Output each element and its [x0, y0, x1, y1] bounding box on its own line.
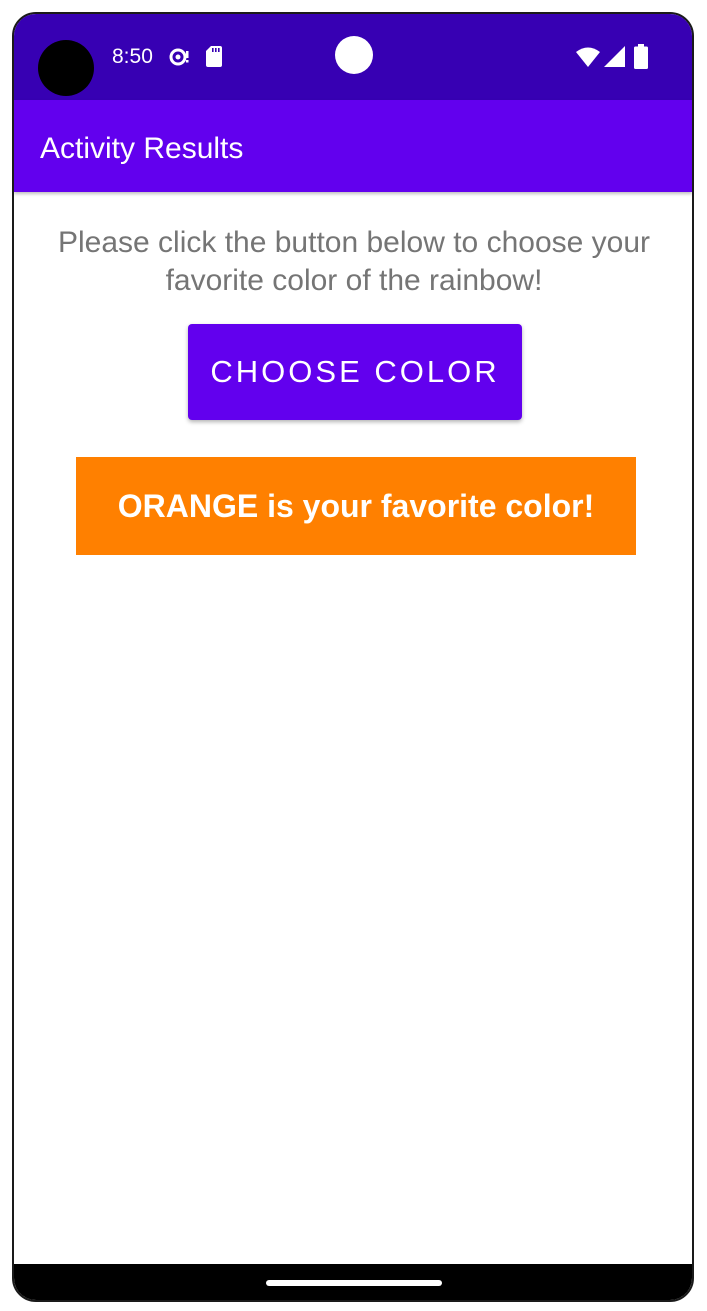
- home-gesture-handle[interactable]: [266, 1280, 442, 1286]
- battery-icon: [634, 44, 648, 69]
- wifi-icon: [576, 47, 600, 67]
- result-banner: ORANGE is your favorite color!: [76, 457, 636, 555]
- app-bar: Activity Results: [14, 100, 692, 192]
- status-bar: 8:50: [14, 14, 692, 100]
- front-camera-dot: [335, 36, 373, 74]
- page-title: Activity Results: [40, 132, 244, 165]
- instructions-text: Please click the button below to choose …: [57, 226, 651, 297]
- sync-icon: [169, 48, 189, 66]
- phone-frame: 8:50 Activity Results Please click the b…: [12, 12, 694, 1302]
- signal-icon: [604, 46, 625, 67]
- navigation-bar: [14, 1264, 692, 1300]
- sd-card-icon: [206, 46, 222, 67]
- choose-color-button[interactable]: CHOOSE COLOR: [188, 324, 522, 420]
- status-time: 8:50: [112, 45, 153, 68]
- result-text: ORANGE is your favorite color!: [117, 487, 595, 524]
- camera-cutout: [38, 40, 94, 96]
